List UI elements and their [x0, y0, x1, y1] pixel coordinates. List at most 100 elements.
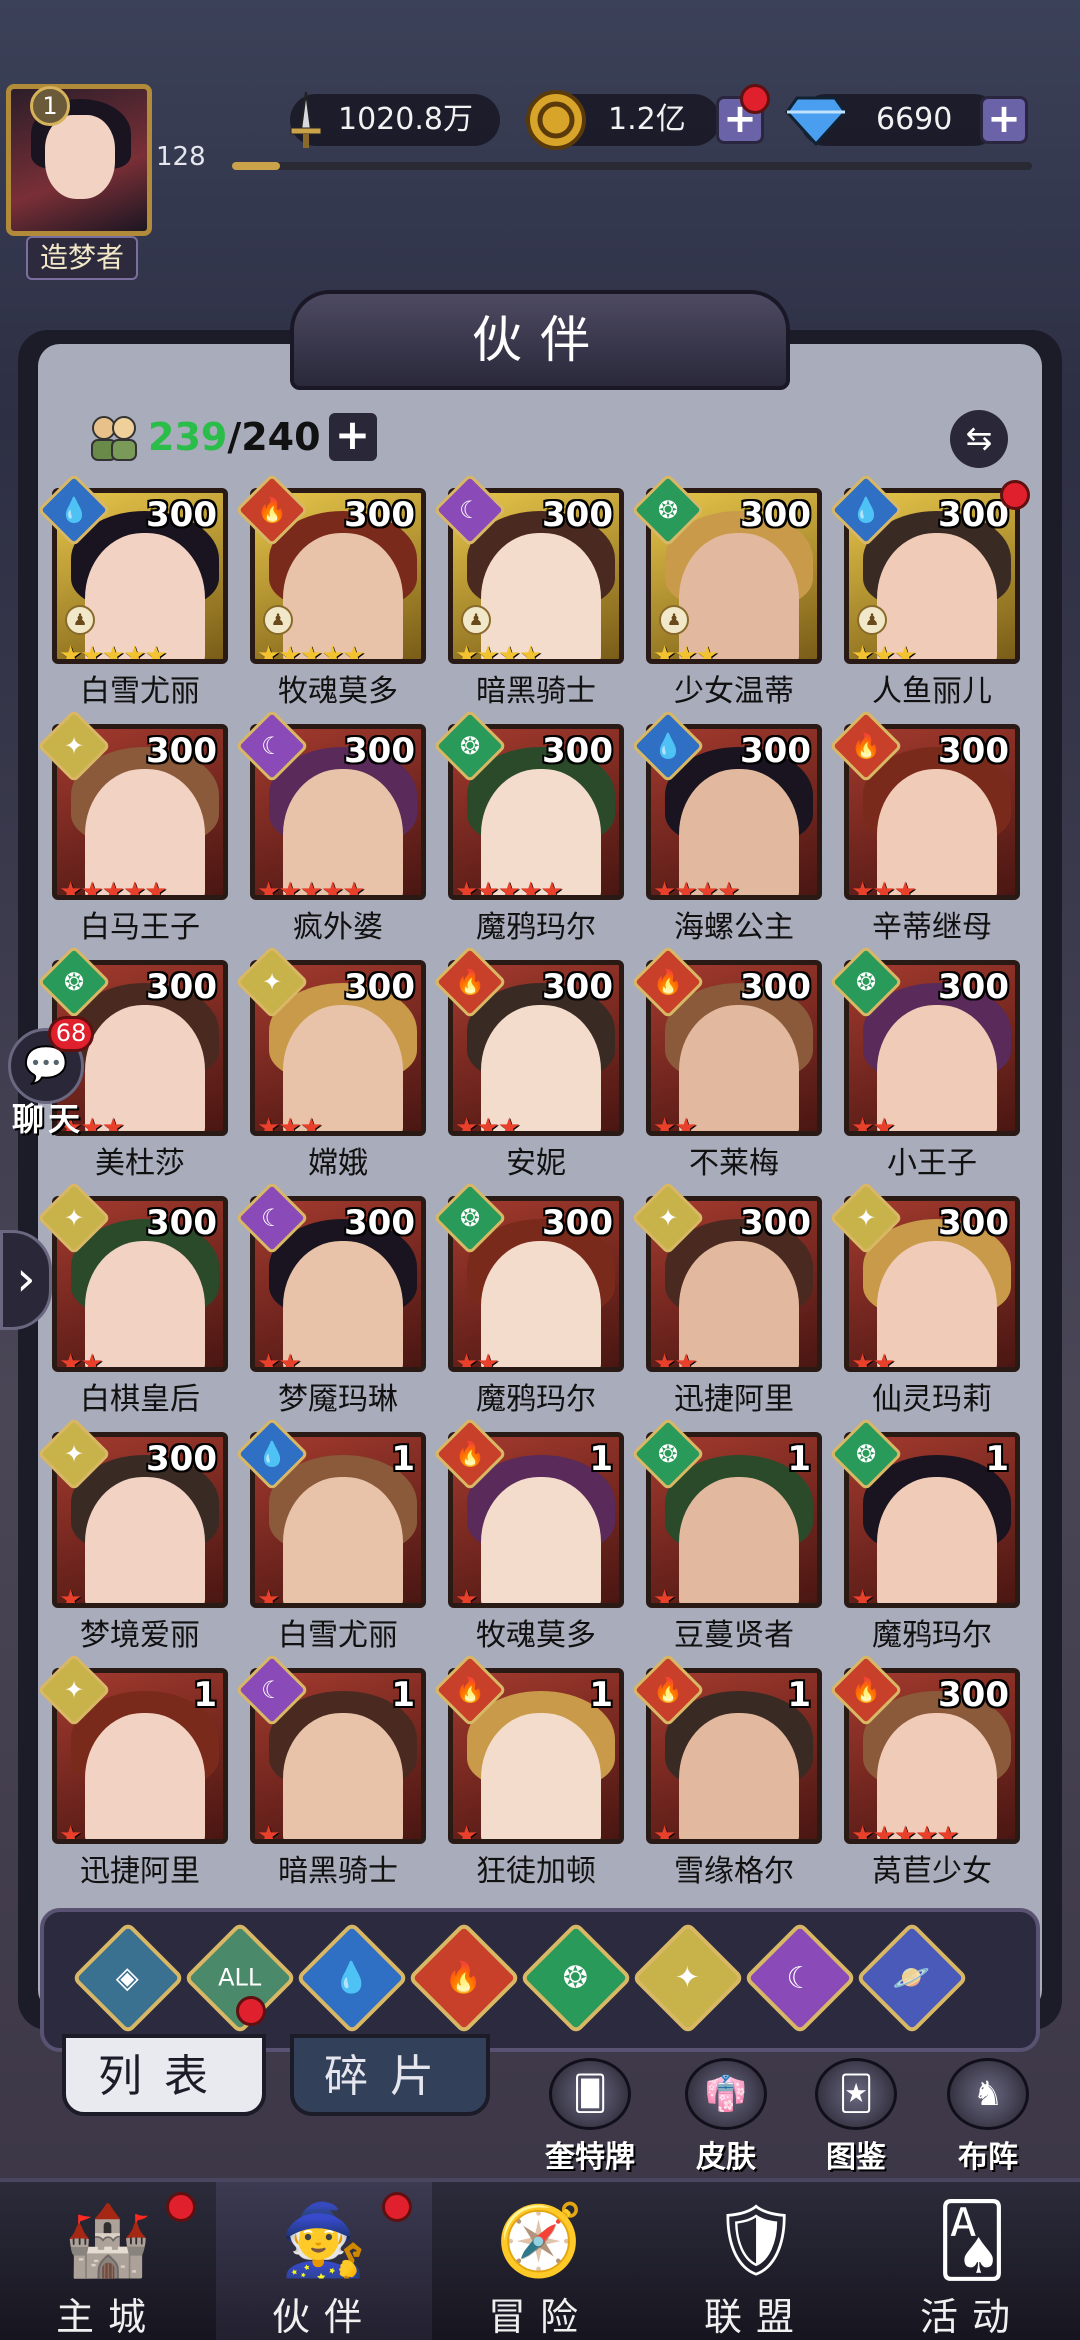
star-icon: ★ [59, 1821, 83, 1844]
partner-card[interactable]: 300 ♟ ★ ★ ★ ★ ☾ 暗黑骑士 [433, 473, 624, 709]
partner-card[interactable]: 300 ★ ★ ✦ 白棋皇后 [37, 1181, 228, 1417]
star-icon: ★ [320, 641, 345, 664]
partner-card[interactable]: 300 ★ ★ ★ 🔥 安妮 [433, 945, 624, 1181]
nav-notification-dot [382, 2192, 412, 2222]
partner-card[interactable]: 1 ★ 💧 白雪尤丽 [235, 1417, 426, 1653]
star-icon: ★ [476, 877, 500, 900]
partner-card[interactable]: 1 ★ ☾ 暗黑骑士 [235, 1653, 426, 1889]
star-icon: ★ [653, 641, 677, 664]
partner-card[interactable]: 300 ♟ ★ ★ ★ ★ ★ 🔥 牧魂莫多 [235, 473, 426, 709]
star-icon: ★ [476, 641, 500, 664]
partner-card[interactable]: 1 ★ ❂ 魔鸦玛尔 [829, 1417, 1020, 1653]
partner-card[interactable]: 300 ★ ★ ❂ 小王子 [829, 945, 1020, 1181]
gold-coin-icon [522, 86, 590, 154]
partner-name: 梦境爱丽 [80, 1618, 200, 1653]
partner-card[interactable]: 300 ★ ★ ★ 🔥 辛蒂继母 [829, 709, 1020, 945]
star-icon: ★ [101, 877, 125, 900]
partner-card[interactable]: 1 ★ 🔥 狂徒加顿 [433, 1653, 624, 1889]
partner-card[interactable]: 300 ♟ ★ ★ ★ ❂ 少女温蒂 [631, 473, 822, 709]
star-icon: ★ [299, 1113, 323, 1136]
portrait-face [481, 1477, 601, 1603]
partner-card[interactable]: 300 ★ ✦ 梦境爱丽 [37, 1417, 228, 1653]
filter-all-label: ALL [218, 1963, 262, 1992]
nav-item[interactable]: 🛡 联盟 [648, 2182, 864, 2340]
partner-stars: ★ ★ [653, 1349, 698, 1372]
star-icon: ★ [497, 1113, 521, 1136]
expand-capacity-button[interactable]: + [328, 413, 377, 461]
filter-light-button[interactable]: ✦ [631, 1921, 745, 2035]
partner-card[interactable]: 300 ★ ★ 🔥 不莱梅 [631, 945, 822, 1181]
portrait-face [85, 1713, 205, 1839]
star-icon: ★ [893, 1821, 917, 1844]
star-icon: ★ [851, 1113, 875, 1136]
quick-action-button[interactable]: 🂠 奎特牌 [530, 2058, 650, 2175]
star-icon: ★ [872, 1349, 896, 1372]
partner-name: 安妮 [506, 1146, 566, 1181]
sword-icon [272, 86, 340, 154]
add-diamond-button[interactable]: + [980, 96, 1028, 144]
bottom-navigation: 🏰 主城 🧙 伙伴 🧭 冒险 🛡 联盟 🂡 活动 [0, 2178, 1080, 2340]
partner-card[interactable]: 300 ★ ★ ★ ★ ★ ✦ 白马王子 [37, 709, 228, 945]
gold-counter: 1.2亿 [526, 90, 720, 150]
filter-wind-button[interactable]: ❂ [519, 1921, 633, 2035]
partner-stars: ★ [257, 1823, 280, 1839]
partner-name: 海螺公主 [674, 910, 794, 945]
nav-item[interactable]: 🏰 主城 [0, 2182, 216, 2340]
partner-level: 300 [146, 1439, 217, 1479]
star-icon: ★ [144, 877, 168, 900]
star-icon: ★ [674, 641, 698, 664]
filter-fire-button[interactable]: 🔥 [407, 1921, 521, 2035]
star-icon: ★ [653, 1349, 677, 1372]
sort-swap-button[interactable]: ⇆ [950, 410, 1008, 468]
player-avatar[interactable] [6, 84, 152, 236]
partner-card[interactable]: 300 ★ ★ ❂ 魔鸦玛尔 [433, 1181, 624, 1417]
partner-card[interactable]: 300 ♟ ★ ★ ★ ★ ★ 💧 白雪尤丽 [37, 473, 228, 709]
filter-planet-icon: 🪐 [893, 1960, 931, 1996]
filter-planet-button[interactable]: 🪐 [855, 1921, 969, 2035]
quick-action-button[interactable]: ♞ 布阵 [928, 2058, 1048, 2175]
star-icon: ★ [278, 877, 302, 900]
star-icon: ★ [653, 1113, 677, 1136]
partner-card[interactable]: 1 ★ 🔥 雪缘格尔 [631, 1653, 822, 1889]
star-icon: ★ [695, 641, 719, 664]
partner-card[interactable]: 1 ★ 🔥 牧魂莫多 [433, 1417, 624, 1653]
partner-card[interactable]: 300 ★ ★ ★ ★ 💧 海螺公主 [631, 709, 822, 945]
nav-item[interactable]: 🧭 冒险 [432, 2182, 648, 2340]
partner-card[interactable]: 1 ★ ✦ 迅捷阿里 [37, 1653, 228, 1889]
rank-icon: ♟ [461, 605, 491, 635]
filter-diamond-button[interactable]: ◈ [71, 1921, 185, 2035]
partner-card[interactable]: 300 ★ ★ ★ ✦ 嫦娥 [235, 945, 426, 1181]
partner-level: 1 [787, 1439, 811, 1479]
filter-water-button[interactable]: 💧 [295, 1921, 409, 2035]
partner-card[interactable]: 300 ★ ★ ✦ 仙灵玛莉 [829, 1181, 1020, 1417]
partner-card[interactable]: 1 ★ ❂ 豆蔓贤者 [631, 1417, 822, 1653]
quick-action-button[interactable]: 🃏 图鉴 [796, 2058, 916, 2175]
tab-fragments[interactable]: 碎片 [290, 2034, 490, 2116]
filter-dark-button[interactable]: ☾ [743, 1921, 857, 2035]
partner-stars: ★ ★ ★ [257, 1113, 323, 1136]
partner-card[interactable]: 300 ♟ ★ ★ ★ 💧 人鱼丽儿 [829, 473, 1030, 709]
partner-card[interactable]: 300 ★ ★ ★ ★ ★ ☾ 疯外婆 [235, 709, 426, 945]
partner-stars: ★ ★ ★ [455, 1113, 521, 1136]
nav-icon: 🧭 [496, 2198, 584, 2281]
partner-name: 雪缘格尔 [674, 1854, 794, 1889]
filter-diamond-icon: ◈ [116, 1960, 140, 1996]
partner-stars: ★ ★ [257, 1351, 302, 1367]
diamond-value: 6690 [876, 102, 953, 137]
star-icon: ★ [455, 877, 479, 900]
partner-card[interactable]: 300 ★ ★ ★ ★ ★ ❂ 魔鸦玛尔 [433, 709, 624, 945]
partner-card[interactable]: 300 ★ ★ ☾ 梦魇玛琳 [235, 1181, 426, 1417]
nav-item[interactable]: 🂡 活动 [864, 2182, 1080, 2340]
partner-name: 白棋皇后 [80, 1382, 200, 1417]
chat-label: 聊天 [12, 1100, 85, 1138]
player-title-badge[interactable]: 造梦者 [26, 236, 138, 280]
partner-card[interactable]: 300 ★ ★ ★ ★ ★ 🔥 莴苣少女 [829, 1653, 1020, 1889]
tab-list[interactable]: 列表 [62, 2034, 266, 2116]
partner-stars: ★ ★ ★ ★ ★ [851, 1821, 960, 1844]
nav-item[interactable]: 🧙 伙伴 [216, 2182, 432, 2340]
gold-value: 1.2亿 [608, 102, 686, 137]
partner-card[interactable]: 300 ★ ★ ✦ 迅捷阿里 [631, 1181, 822, 1417]
star-icon: ★ [674, 877, 698, 900]
quick-action-button[interactable]: 👘 皮肤 [666, 2058, 786, 2175]
rank-icon: ♟ [857, 605, 887, 635]
